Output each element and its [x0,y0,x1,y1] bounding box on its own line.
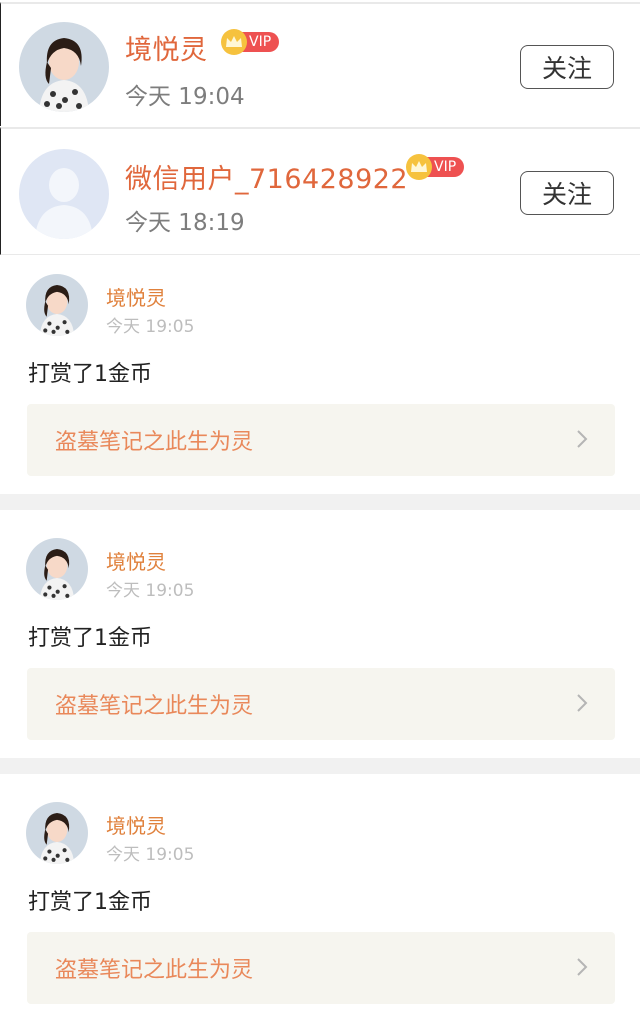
user-avatar[interactable] [19,22,109,112]
book-link[interactable]: 盗墓笔记之此生为灵 [27,668,615,740]
follow-button[interactable]: 关注 [520,171,614,215]
user-name[interactable]: 境悦灵 [125,28,208,67]
crown-icon [406,154,432,180]
follow-time: 今天 18:19 [125,210,245,236]
book-title: 盗墓笔记之此生为灵 [55,430,254,455]
reward-time: 今天 19:05 [106,317,195,337]
reward-message: 打赏了1金币 [28,626,152,651]
reward-card: 境悦灵 今天 19:05 打赏了1金币 盗墓笔记之此生为灵 [0,256,640,494]
user-name[interactable]: 境悦灵 [106,810,166,839]
book-title: 盗墓笔记之此生为灵 [55,958,254,983]
follow-button[interactable]: 关注 [520,45,614,89]
section-divider [0,758,640,774]
follow-time: 今天 19:04 [125,84,245,110]
reward-message: 打赏了1金币 [28,890,152,915]
book-link[interactable]: 盗墓笔记之此生为灵 [27,404,615,476]
chevron-right-icon [577,430,588,448]
reward-card: 境悦灵 今天 19:05 打赏了1金币 盗墓笔记之此生为灵 [0,784,640,1015]
reward-time: 今天 19:05 [106,581,195,601]
crown-icon [221,29,247,55]
follow-list-item[interactable]: 境悦灵 VIP 今天 19:04 关注 [0,2,640,126]
book-title: 盗墓笔记之此生为灵 [55,694,254,719]
vip-badge: VIP [221,29,280,55]
default-avatar-icon[interactable] [19,149,109,239]
user-avatar[interactable] [26,538,88,600]
vip-badge: VIP [406,154,465,180]
user-avatar[interactable] [26,274,88,336]
chevron-right-icon [577,694,588,712]
reward-time: 今天 19:05 [106,845,195,865]
section-divider [0,494,640,510]
chevron-right-icon [577,958,588,976]
reward-card: 境悦灵 今天 19:05 打赏了1金币 盗墓笔记之此生为灵 [0,520,640,758]
user-name[interactable]: 微信用户_716428922 [125,157,408,196]
follow-list-item[interactable]: 微信用户_716428922 VIP 今天 18:19 关注 [0,127,640,255]
user-name[interactable]: 境悦灵 [106,282,166,311]
user-avatar[interactable] [26,802,88,864]
user-name[interactable]: 境悦灵 [106,546,166,575]
reward-message: 打赏了1金币 [28,362,152,387]
book-link[interactable]: 盗墓笔记之此生为灵 [27,932,615,1004]
